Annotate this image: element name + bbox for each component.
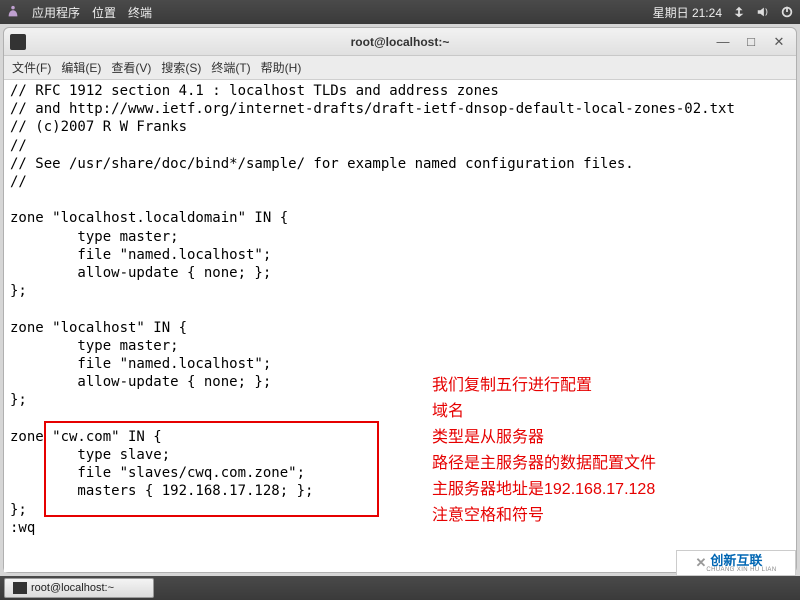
bottom-panel: root@localhost:~ [0,576,800,600]
top-panel: 应用程序 位置 终端 星期日 21:24 [0,0,800,24]
clock[interactable]: 星期日 21:24 [653,4,722,21]
taskbar-item-label: root@localhost:~ [31,582,114,594]
annotation-box [44,421,379,517]
terminal-icon [13,582,27,594]
terminal-content[interactable]: // RFC 1912 section 4.1 : localhost TLDs… [4,80,796,572]
terminal-window: root@localhost:~ — □ ✕ 文件(F) 编辑(E) 查看(V)… [3,27,797,573]
window-title: root@localhost:~ [4,35,796,49]
menubar: 文件(F) 编辑(E) 查看(V) 搜索(S) 终端(T) 帮助(H) [4,56,796,80]
close-button[interactable]: ✕ [772,34,786,50]
menu-places[interactable]: 位置 [92,4,116,21]
watermark: ✕ 创新互联 CHUANG XIN HU LIAN [676,550,796,576]
maximize-button[interactable]: □ [744,34,758,50]
menu-applications[interactable]: 应用程序 [32,4,80,21]
menu-view[interactable]: 查看(V) [111,59,151,76]
volume-icon[interactable] [756,5,770,19]
menu-help[interactable]: 帮助(H) [261,59,302,76]
menu-edit[interactable]: 编辑(E) [61,59,101,76]
menu-terminal[interactable]: 终端 [128,4,152,21]
taskbar-item-terminal[interactable]: root@localhost:~ [4,578,154,598]
power-icon[interactable] [780,5,794,19]
window-app-icon [10,34,26,50]
minimize-button[interactable]: — [716,34,730,50]
titlebar[interactable]: root@localhost:~ — □ ✕ [4,28,796,56]
network-icon[interactable] [732,5,746,19]
menu-terminal-m[interactable]: 终端(T) [211,59,250,76]
menu-search[interactable]: 搜索(S) [161,59,201,76]
menu-file[interactable]: 文件(F) [12,59,51,76]
activities-icon[interactable] [6,5,20,19]
annotation-text: 我们复制五行进行配置域名类型是从服务器路径是主服务器的数据配置文件主服务器地址是… [432,373,656,529]
